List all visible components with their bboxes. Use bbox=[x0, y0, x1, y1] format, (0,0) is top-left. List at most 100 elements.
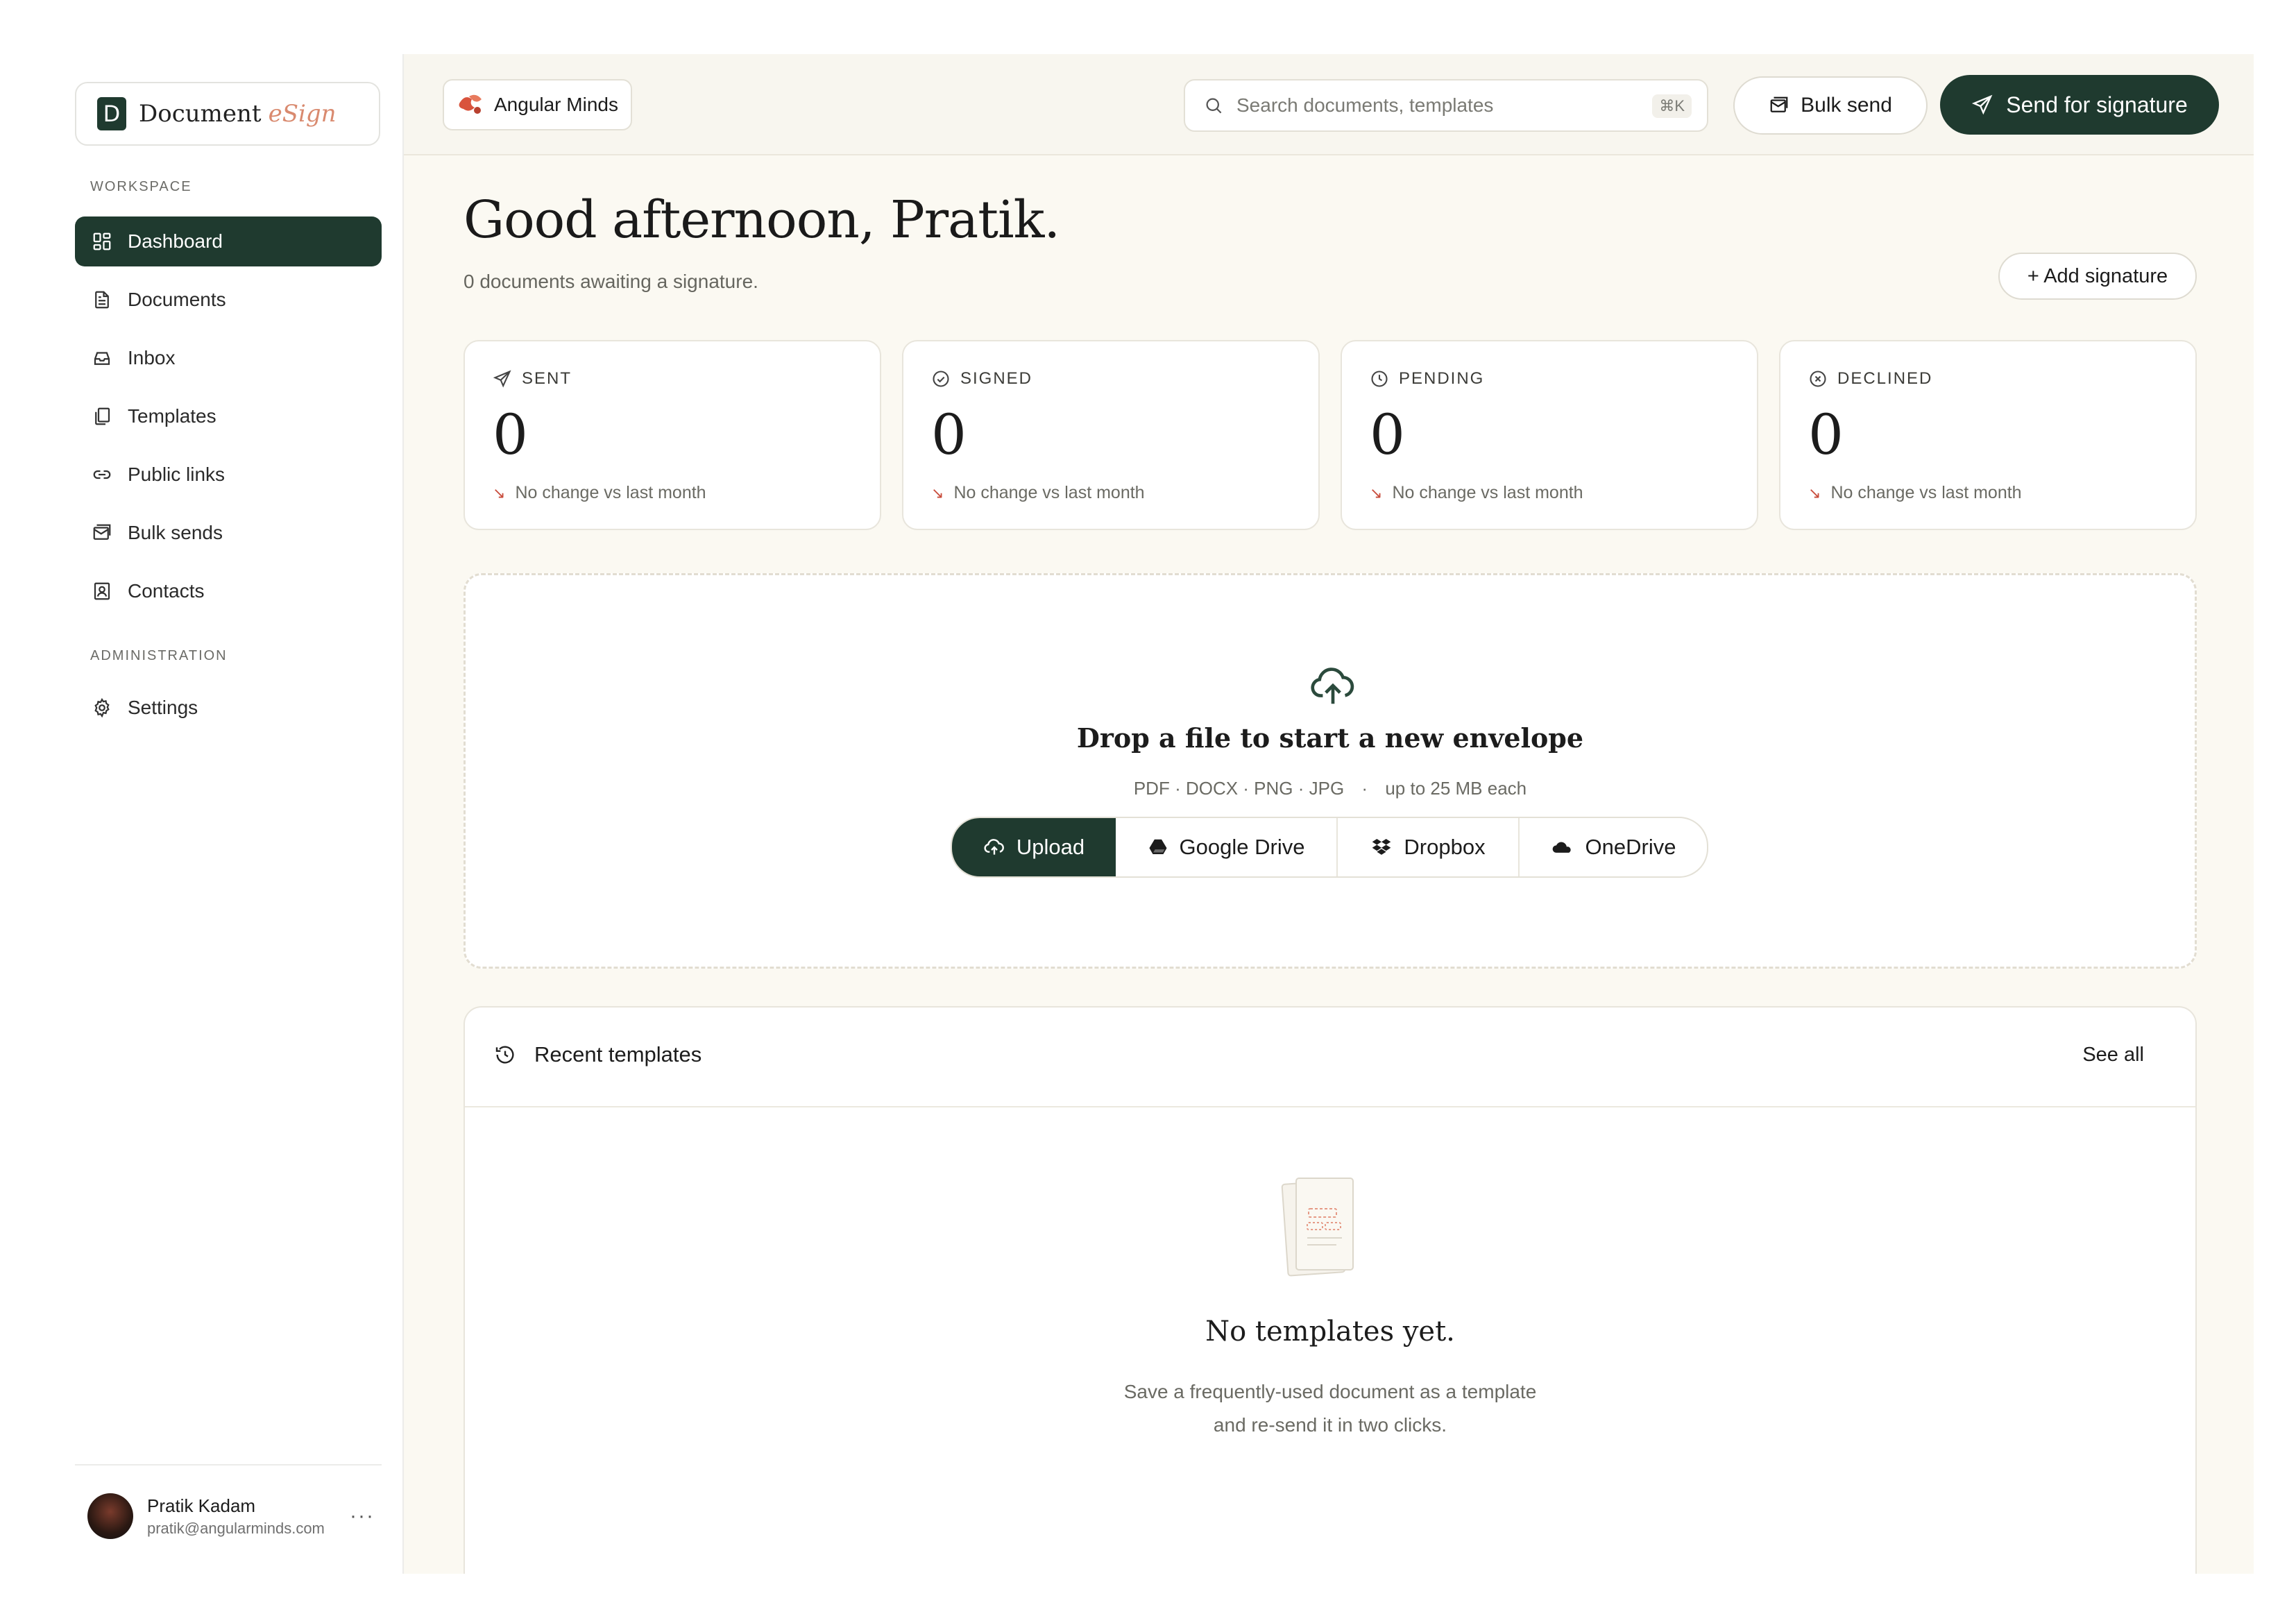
stat-change-text: No change vs last month bbox=[953, 483, 1145, 502]
x-circle-icon bbox=[1810, 371, 1826, 387]
empty-state-description-line: Save a frequently-used document as a tem… bbox=[1123, 1381, 1537, 1402]
stat-label: SIGNED bbox=[931, 369, 1032, 389]
arrow-down-right-icon: ↘ bbox=[493, 484, 506, 502]
user-profile[interactable]: Pratik Kadam pratik@angularminds.com bbox=[87, 1493, 325, 1539]
see-all-link[interactable]: See all bbox=[2082, 1044, 2144, 1067]
bulk-send-icon bbox=[90, 521, 114, 545]
upload-cloud-icon bbox=[984, 839, 1004, 855]
page-subtitle: 0 documents awaiting a signature. bbox=[464, 271, 758, 292]
stat-value: 0 bbox=[493, 402, 528, 467]
sidebar-item-contacts[interactable]: Contacts bbox=[75, 566, 382, 616]
arrow-down-right-icon: ↘ bbox=[1370, 484, 1383, 502]
send-icon bbox=[1972, 94, 1993, 115]
sidebar-item-label: Dashboard bbox=[128, 230, 223, 252]
stat-change-text: No change vs last month bbox=[515, 483, 706, 502]
file-dropzone[interactable]: Drop a file to start a new envelope PDF … bbox=[464, 573, 2197, 969]
sidebar-item-label: Inbox bbox=[128, 347, 176, 368]
stat-change: ↘ No change vs last month bbox=[1370, 483, 1583, 503]
brand-accent: eSign bbox=[268, 100, 337, 128]
sidebar-item-settings[interactable]: Settings bbox=[75, 683, 382, 733]
recent-templates-title-text: Recent templates bbox=[534, 1042, 702, 1067]
arrow-down-right-icon: ↘ bbox=[1808, 484, 1821, 502]
stat-card-signed[interactable]: SIGNED 0 ↘ No change vs last month bbox=[902, 340, 1320, 530]
sidebar-item-bulk-sends[interactable]: Bulk sends bbox=[75, 508, 382, 558]
main-content: Angular Minds Search documents, template… bbox=[404, 54, 2254, 1574]
sidebar-item-label: Contacts bbox=[128, 580, 205, 602]
sidebar-item-label: Public links bbox=[128, 464, 226, 485]
user-email: pratik@angularminds.com bbox=[147, 1519, 325, 1537]
sidebar-item-label: Documents bbox=[128, 289, 226, 310]
stat-card-declined[interactable]: DECLINED 0 ↘ No change vs last month bbox=[1779, 340, 2197, 530]
sidebar-item-label: Templates bbox=[128, 405, 216, 427]
upload-cloud-icon bbox=[1311, 668, 1354, 704]
stat-change: ↘ No change vs last month bbox=[493, 483, 706, 503]
topbar: Angular Minds Search documents, template… bbox=[404, 54, 2254, 155]
org-logo-icon bbox=[459, 94, 482, 114]
send-for-signature-button[interactable]: Send for signature bbox=[1940, 75, 2219, 135]
templates-icon bbox=[90, 405, 114, 428]
dashboard-icon bbox=[90, 230, 114, 253]
brand-logo[interactable]: D Document eSign bbox=[75, 82, 380, 146]
check-circle-icon bbox=[933, 371, 949, 387]
stat-label-text: SIGNED bbox=[960, 369, 1033, 388]
search-placeholder: Search documents, templates bbox=[1236, 94, 1494, 116]
page-title: Good afternoon, Pratik. bbox=[464, 190, 1060, 250]
dropzone-formats-text: PDF · DOCX · PNG · JPG bbox=[1133, 778, 1345, 799]
stat-change: ↘ No change vs last month bbox=[1808, 483, 2022, 503]
recent-templates-title: Recent templates bbox=[494, 1042, 701, 1067]
stat-label-text: DECLINED bbox=[1837, 369, 1933, 388]
upload-label: Upload bbox=[1016, 835, 1085, 859]
dropbox-label: Dropbox bbox=[1404, 835, 1486, 859]
onedrive-label: OneDrive bbox=[1585, 835, 1676, 859]
history-icon bbox=[495, 1046, 514, 1064]
sidebar-item-templates[interactable]: Templates bbox=[75, 391, 382, 441]
more-options-icon[interactable]: ··· bbox=[350, 1504, 375, 1528]
sidebar-item-inbox[interactable]: Inbox bbox=[75, 333, 382, 383]
dropbox-button[interactable]: Dropbox bbox=[1338, 818, 1520, 876]
upload-source-group: Upload Google Drive Dropbox OneDrive bbox=[951, 817, 1708, 878]
sidebar: D Document eSign WORKSPACE Dashboard Docu… bbox=[0, 54, 404, 1574]
brand-mark: D bbox=[97, 97, 126, 130]
send-for-signature-label: Send for signature bbox=[2006, 92, 2188, 117]
stat-label: SENT bbox=[493, 369, 572, 389]
stat-value: 0 bbox=[931, 402, 967, 467]
sidebar-item-public-links[interactable]: Public links bbox=[75, 450, 382, 500]
search-input[interactable]: Search documents, templates ⌘K bbox=[1184, 79, 1708, 132]
link-icon bbox=[90, 463, 114, 486]
dropzone-separator: · bbox=[1361, 778, 1368, 799]
stat-label-text: PENDING bbox=[1399, 369, 1485, 388]
dropzone-limit-text: up to 25 MB each bbox=[1385, 778, 1527, 799]
google-drive-icon bbox=[1149, 839, 1167, 854]
upload-button[interactable]: Upload bbox=[952, 818, 1116, 876]
onedrive-button[interactable]: OneDrive bbox=[1520, 818, 1707, 876]
brand-name-text: Document bbox=[139, 100, 262, 128]
stat-label-text: SENT bbox=[522, 369, 572, 388]
stat-change-text: No change vs last month bbox=[1392, 483, 1583, 502]
google-drive-button[interactable]: Google Drive bbox=[1116, 818, 1338, 876]
search-shortcut: ⌘K bbox=[1652, 94, 1692, 118]
stat-label: DECLINED bbox=[1808, 369, 1932, 389]
administration-section-label: ADMINISTRATION bbox=[90, 648, 228, 663]
dropbox-icon bbox=[1372, 839, 1391, 855]
sidebar-divider bbox=[75, 1464, 382, 1465]
onedrive-icon bbox=[1552, 842, 1571, 853]
sidebar-item-dashboard[interactable]: Dashboard bbox=[75, 216, 382, 266]
inbox-icon bbox=[90, 346, 114, 370]
empty-state-description-line: and re-send it in two clicks. bbox=[1213, 1414, 1447, 1436]
sidebar-item-documents[interactable]: Documents bbox=[75, 275, 382, 325]
arrow-down-right-icon: ↘ bbox=[931, 484, 944, 502]
recent-templates-header: Recent templates See all bbox=[465, 1008, 2195, 1107]
workspace-section-label: WORKSPACE bbox=[90, 179, 192, 194]
dropzone-title: Drop a file to start a new envelope bbox=[1076, 722, 1584, 754]
add-signature-button[interactable]: + Add signature bbox=[1998, 253, 2197, 300]
stat-card-pending[interactable]: PENDING 0 ↘ No change vs last month bbox=[1341, 340, 1758, 530]
empty-state-title: No templates yet. bbox=[1205, 1316, 1455, 1348]
sidebar-item-label: Settings bbox=[128, 697, 198, 718]
stat-card-sent[interactable]: SENT 0 ↘ No change vs last month bbox=[464, 340, 881, 530]
stat-change-text: No change vs last month bbox=[1830, 483, 2022, 502]
empty-state-description: Save a frequently-used document as a tem… bbox=[465, 1375, 2195, 1442]
bulk-send-button[interactable]: Bulk send bbox=[1733, 76, 1928, 135]
org-switcher[interactable]: Angular Minds bbox=[443, 79, 632, 130]
contacts-icon bbox=[90, 579, 114, 603]
org-name: Angular Minds bbox=[494, 94, 618, 115]
